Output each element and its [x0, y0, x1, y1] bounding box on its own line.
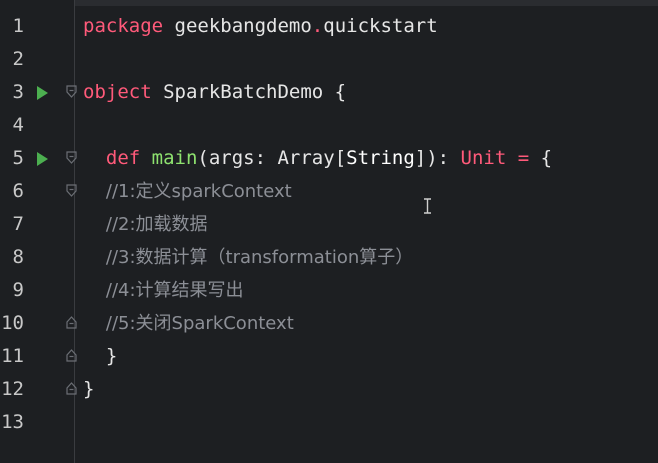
code-token: object: [83, 81, 152, 103]
fold-end-icon[interactable]: [66, 382, 77, 395]
code-token: package: [83, 15, 164, 37]
code-token: main: [151, 147, 198, 169]
comment-token: //3:数据计算（transformation算子）: [83, 247, 414, 268]
line-number[interactable]: 12: [0, 373, 24, 406]
line-number[interactable]: 11: [0, 340, 24, 373]
line-number[interactable]: 8: [0, 241, 24, 274]
code-token: =: [517, 147, 530, 169]
fold-end-icon[interactable]: [66, 349, 77, 362]
comment-token: //1:定义sparkContext: [83, 181, 292, 202]
fold-collapse-icon[interactable]: [66, 184, 77, 197]
run-gutter-icon[interactable]: [37, 86, 48, 100]
code-line[interactable]: 9 //4:计算结果写出: [0, 274, 658, 307]
code-line[interactable]: 10 //5:关闭SparkContext: [0, 307, 658, 340]
fold-collapse-icon[interactable]: [66, 151, 77, 164]
code-text[interactable]: def main(args: Array[String]): Unit = {: [83, 142, 552, 175]
line-number[interactable]: 2: [0, 43, 24, 76]
code-line[interactable]: 5 def main(args: Array[String]): Unit = …: [0, 142, 658, 175]
code-token: (args: Array[: [197, 147, 347, 169]
line-number[interactable]: 10: [0, 307, 24, 340]
code-line[interactable]: 13: [0, 406, 658, 439]
code-line[interactable]: 6 //1:定义sparkContext: [0, 175, 658, 208]
comment-token: //4:计算结果写出: [83, 280, 244, 301]
code-token: }: [83, 345, 118, 367]
code-line[interactable]: 7 //2:加载数据: [0, 208, 658, 241]
fold-collapse-icon[interactable]: [66, 85, 77, 98]
code-token: }: [83, 378, 95, 400]
text-cursor-icon: [424, 198, 431, 214]
code-text[interactable]: //2:加载数据: [83, 208, 208, 241]
fold-end-icon[interactable]: [66, 316, 77, 329]
code-line[interactable]: 1 package geekbangdemo.quickstart: [0, 10, 658, 43]
code-token: SparkBatchDemo {: [151, 81, 347, 103]
code-token: Unit: [460, 147, 507, 169]
code-editor[interactable]: 1 package geekbangdemo.quickstart 2 3 object…: [0, 0, 658, 463]
code-line[interactable]: 4: [0, 109, 658, 142]
code-token: quickstart: [323, 15, 438, 37]
line-number[interactable]: 1: [0, 10, 24, 43]
code-text[interactable]: object SparkBatchDemo {: [83, 76, 346, 109]
code-text[interactable]: }: [83, 340, 117, 373]
code-text[interactable]: //5:关闭SparkContext: [83, 307, 294, 340]
line-number[interactable]: 4: [0, 109, 24, 142]
tab-bar-strip: [0, 0, 658, 6]
line-number[interactable]: 3: [0, 76, 24, 109]
code-line[interactable]: 11 }: [0, 340, 658, 373]
line-number[interactable]: 13: [0, 406, 24, 439]
code-text[interactable]: }: [83, 373, 94, 406]
code-line[interactable]: 3 object SparkBatchDemo {: [0, 76, 658, 109]
code-line[interactable]: 2: [0, 43, 658, 76]
code-token: ]):: [414, 147, 461, 169]
code-token: geekbangdemo: [163, 15, 312, 37]
line-number[interactable]: 7: [0, 208, 24, 241]
line-number[interactable]: 6: [0, 175, 24, 208]
comment-token: //2:加载数据: [83, 214, 208, 235]
code-token: def: [83, 147, 141, 169]
code-token: {: [529, 147, 553, 169]
run-gutter-icon[interactable]: [37, 152, 48, 166]
line-number[interactable]: 9: [0, 274, 24, 307]
code-token: String: [346, 147, 415, 169]
code-token: .: [311, 15, 324, 37]
code-text[interactable]: //3:数据计算（transformation算子）: [83, 241, 413, 274]
code-line[interactable]: 8 //3:数据计算（transformation算子）: [0, 241, 658, 274]
code-text[interactable]: //4:计算结果写出: [83, 274, 244, 307]
line-number[interactable]: 5: [0, 142, 24, 175]
code-text[interactable]: package geekbangdemo.quickstart: [83, 10, 438, 43]
code-text[interactable]: //1:定义sparkContext: [83, 175, 292, 208]
comment-token: //5:关闭SparkContext: [83, 313, 294, 334]
code-line[interactable]: 12}: [0, 373, 658, 406]
